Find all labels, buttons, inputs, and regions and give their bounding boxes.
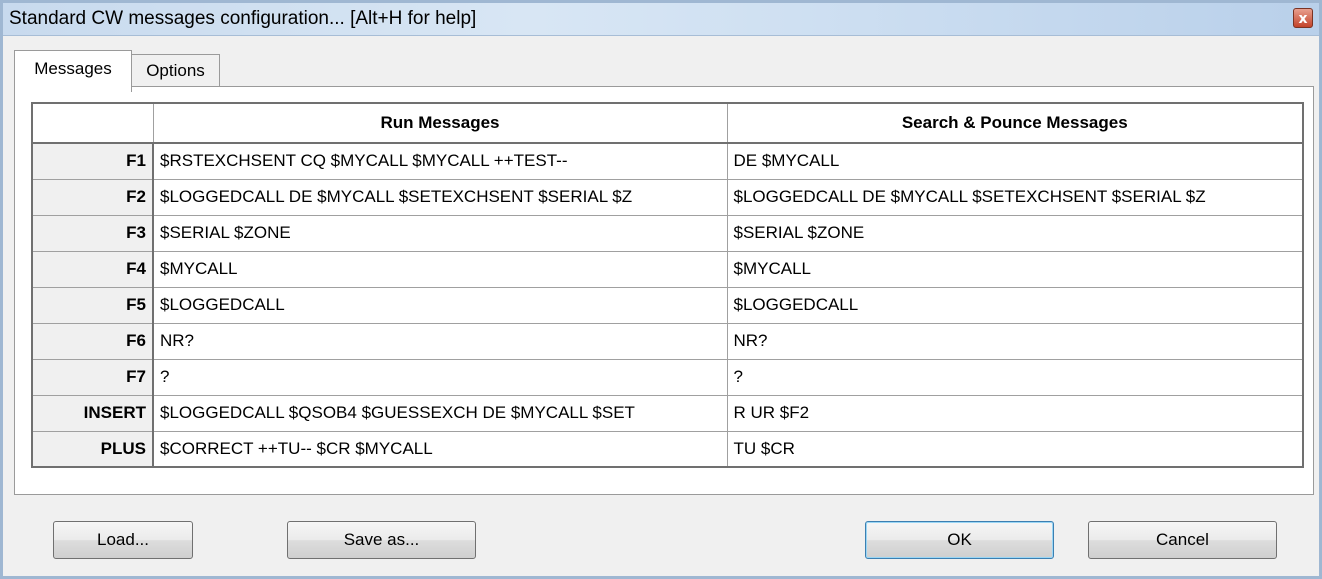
row-key-label: F1 <box>31 142 154 180</box>
grid-corner-header <box>31 102 154 144</box>
row-key-label: F5 <box>31 286 154 324</box>
grid-header-row: Run Messages Search & Pounce Messages <box>31 102 1304 144</box>
ok-button[interactable]: OK <box>865 521 1054 559</box>
table-row: F5 $LOGGEDCALL $LOGGEDCALL <box>31 286 1304 324</box>
run-message-cell[interactable]: $CORRECT ++TU-- $CR $MYCALL <box>152 430 728 468</box>
row-key-label: F3 <box>31 214 154 252</box>
row-key-label: PLUS <box>31 430 154 468</box>
title-bar[interactable]: Standard CW messages configuration... [A… <box>3 3 1319 36</box>
messages-grid: Run Messages Search & Pounce Messages F1… <box>31 102 1304 468</box>
table-row: F4 $MYCALL $MYCALL <box>31 250 1304 288</box>
snp-message-cell[interactable]: $LOGGEDCALL <box>726 286 1304 324</box>
run-message-cell[interactable]: $MYCALL <box>152 250 728 288</box>
run-message-cell[interactable]: ? <box>152 358 728 396</box>
table-row: INSERT $LOGGEDCALL $QSOB4 $GUESSEXCH DE $… <box>31 394 1304 432</box>
tab-options[interactable]: Options <box>132 54 220 88</box>
snp-message-cell[interactable]: DE $MYCALL <box>726 142 1304 180</box>
table-row: PLUS $CORRECT ++TU-- $CR $MYCALL TU $CR <box>31 430 1304 468</box>
table-row: F1 $RSTEXCHSENT CQ $MYCALL $MYCALL ++TEST… <box>31 142 1304 180</box>
table-row: F2 $LOGGEDCALL DE $MYCALL $SETEXCHSENT $S… <box>31 178 1304 216</box>
snp-message-cell[interactable]: $MYCALL <box>726 250 1304 288</box>
table-row: F7?? <box>31 358 1304 396</box>
row-key-label: F7 <box>31 358 154 396</box>
tab-messages[interactable]: Messages <box>14 50 132 92</box>
table-row: F6 NR? NR? <box>31 322 1304 360</box>
row-key-label: F6 <box>31 322 154 360</box>
save-as-button[interactable]: Save as... <box>287 521 476 559</box>
close-icon[interactable]: x <box>1293 8 1313 28</box>
snp-message-cell[interactable]: R UR $F2 <box>726 394 1304 432</box>
run-message-cell[interactable]: $RSTEXCHSENT CQ $MYCALL $MYCALL ++TEST-- <box>152 142 728 180</box>
snp-message-cell[interactable]: TU $CR <box>726 430 1304 468</box>
table-row: F3 $SERIAL $ZONE $SERIAL $ZONE <box>31 214 1304 252</box>
snp-message-cell[interactable]: NR? <box>726 322 1304 360</box>
row-key-label: F2 <box>31 178 154 216</box>
snp-message-cell[interactable]: ? <box>726 358 1304 396</box>
cancel-button[interactable]: Cancel <box>1088 521 1277 559</box>
snp-message-cell[interactable]: $SERIAL $ZONE <box>726 214 1304 252</box>
snp-message-cell[interactable]: $LOGGEDCALL DE $MYCALL $SETEXCHSENT $SER… <box>726 178 1304 216</box>
row-key-label: F4 <box>31 250 154 288</box>
run-message-cell[interactable]: $LOGGEDCALL DE $MYCALL $SETEXCHSENT $SER… <box>152 178 728 216</box>
load-button[interactable]: Load... <box>53 521 193 559</box>
run-message-cell[interactable]: $LOGGEDCALL $QSOB4 $GUESSEXCH DE $MYCALL… <box>152 394 728 432</box>
row-key-label: INSERT <box>31 394 154 432</box>
run-message-cell[interactable]: $LOGGEDCALL <box>152 286 728 324</box>
run-messages-header: Run Messages <box>152 102 728 144</box>
snp-messages-header: Search & Pounce Messages <box>726 102 1304 144</box>
run-message-cell[interactable]: $SERIAL $ZONE <box>152 214 728 252</box>
run-message-cell[interactable]: NR? <box>152 322 728 360</box>
window-title: Standard CW messages configuration... [A… <box>9 8 477 29</box>
